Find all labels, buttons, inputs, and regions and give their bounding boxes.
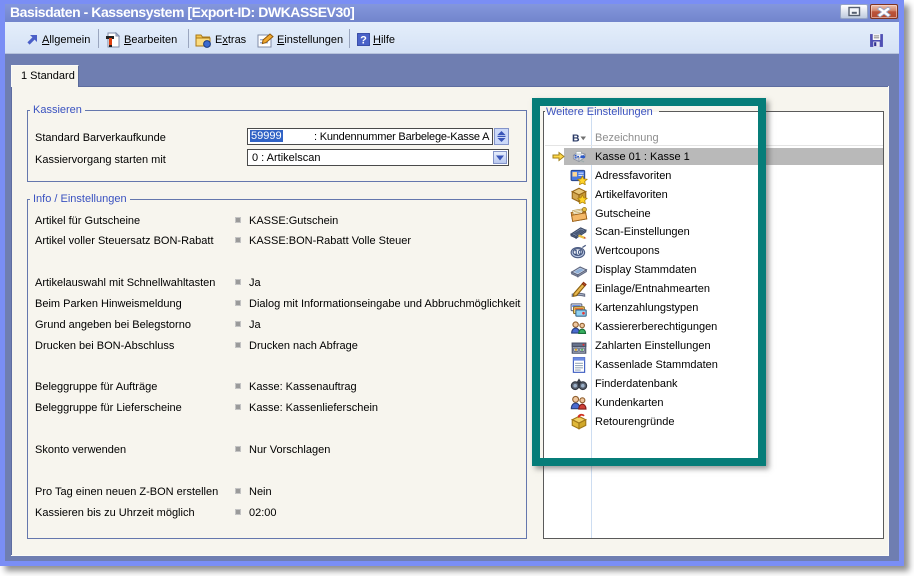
svg-text:?: ? — [360, 34, 367, 46]
